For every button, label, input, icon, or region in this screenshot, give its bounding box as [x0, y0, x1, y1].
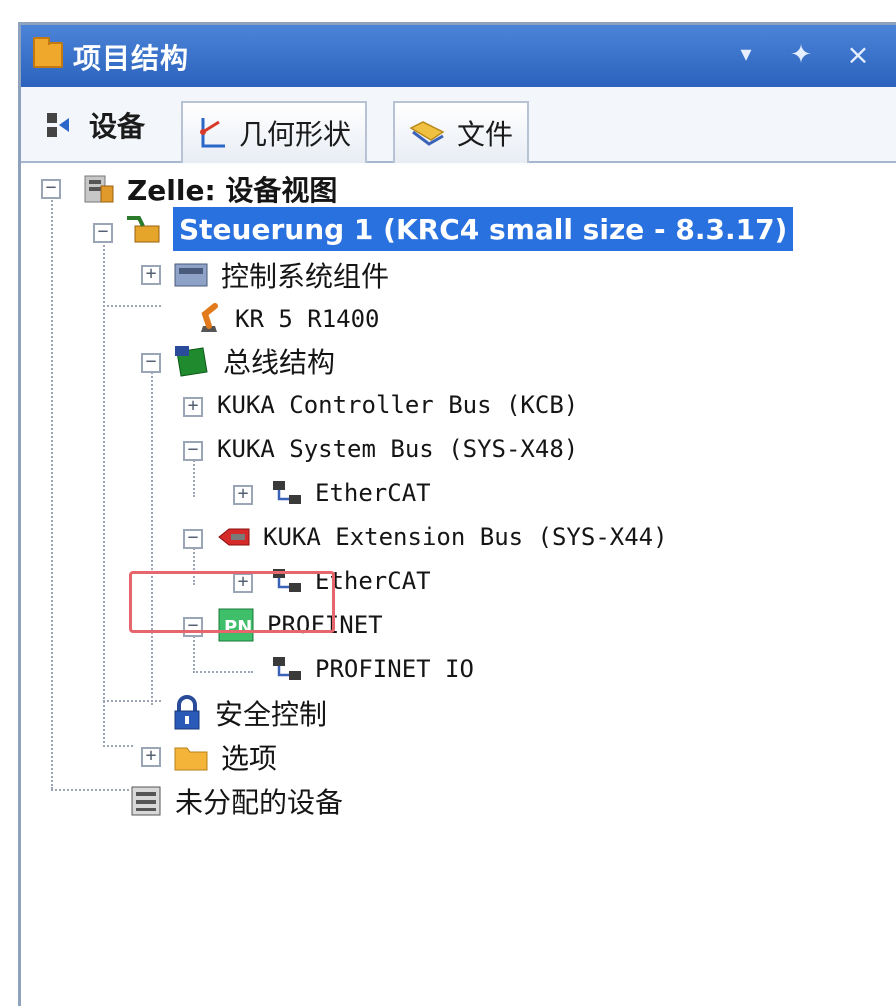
- expander-ext-bus[interactable]: −: [183, 529, 203, 549]
- tab-files[interactable]: 文件: [393, 101, 530, 163]
- geometry-icon: [200, 118, 225, 148]
- node-label: 安全控制: [215, 698, 328, 731]
- node-label: 控制系统组件: [221, 260, 390, 293]
- folder-icon: [33, 37, 63, 68]
- close-button[interactable]: ×: [838, 35, 878, 75]
- tree-node-kcb[interactable]: KUKA Controller Bus (KCB): [217, 385, 578, 425]
- tree-node-ethercat-1[interactable]: EtherCAT: [271, 473, 431, 513]
- title-bar[interactable]: 项目结构 ▾ ✦ ×: [21, 25, 896, 87]
- node-label: PROFINET IO: [315, 655, 474, 683]
- expander-kcb[interactable]: +: [183, 397, 203, 417]
- tab-bar: 设备 几何形状 文件: [21, 87, 896, 163]
- unassigned-device-icon: [131, 786, 161, 816]
- node-label: Zelle: 设备视图: [127, 174, 338, 207]
- bus-structure-icon: [175, 346, 208, 377]
- extension-bus-icon: [218, 528, 250, 546]
- expander-control-components[interactable]: +: [141, 265, 161, 285]
- tree-node-safety[interactable]: 安全控制: [171, 693, 327, 733]
- network-icon: [273, 481, 301, 504]
- tab-geometry[interactable]: 几何形状: [181, 101, 368, 163]
- tree-node-unassigned[interactable]: 未分配的设备: [129, 781, 343, 821]
- tree-node-bus-structure[interactable]: 总线结构: [173, 341, 335, 381]
- node-label: KUKA Extension Bus (SYS-X44): [263, 523, 668, 551]
- dropdown-button[interactable]: ▾: [726, 35, 766, 75]
- node-label: KUKA System Bus (SYS-X48): [217, 435, 579, 463]
- project-structure-panel: 项目结构 ▾ ✦ × 设备 几何形状 文件 − Zelle: 设备视图 − St…: [18, 22, 896, 1006]
- tree-node-robot[interactable]: KR 5 R1400: [195, 299, 380, 339]
- robot-arm-icon: [201, 303, 218, 332]
- tree-node-control-components[interactable]: 控制系统组件: [173, 255, 389, 295]
- tree-node-profinet-io[interactable]: PROFINET IO: [271, 649, 474, 689]
- component-icon: [174, 263, 208, 287]
- folder-icon: [174, 747, 208, 771]
- expander-root[interactable]: −: [41, 179, 61, 199]
- expander-controller[interactable]: −: [93, 223, 113, 243]
- cell-icon: [84, 175, 114, 203]
- network-icon: [273, 657, 301, 680]
- expander-sys-bus[interactable]: −: [183, 441, 203, 461]
- tree-node-ext-bus[interactable]: KUKA Extension Bus (SYS-X44): [217, 517, 668, 557]
- highlight-box: [129, 571, 335, 633]
- node-label: 选项: [221, 742, 278, 775]
- tab-label: 设备: [89, 110, 146, 143]
- node-label: 总线结构: [223, 346, 336, 379]
- tree-node-controller[interactable]: Steuerung 1 (KRC4 small size - 8.3.17): [125, 207, 794, 251]
- node-label: 未分配的设备: [175, 786, 344, 819]
- safety-lock-icon: [174, 695, 200, 730]
- files-icon: [409, 121, 445, 146]
- panel-title: 项目结构: [73, 42, 190, 75]
- tree-node-options[interactable]: 选项: [173, 737, 277, 777]
- tree-node-sys-bus[interactable]: KUKA System Bus (SYS-X48): [217, 429, 578, 469]
- node-label: KUKA Controller Bus (KCB): [217, 391, 579, 419]
- node-label: KR 5 R1400: [235, 305, 380, 333]
- tab-devices[interactable]: 设备: [31, 95, 159, 155]
- pin-button[interactable]: ✦: [781, 35, 821, 75]
- expander-ethercat-1[interactable]: +: [233, 485, 253, 505]
- expander-bus-structure[interactable]: −: [141, 353, 161, 373]
- tab-label: 文件: [457, 118, 514, 151]
- expander-options[interactable]: +: [141, 747, 161, 767]
- tree-node-root[interactable]: Zelle: 设备视图: [81, 169, 337, 209]
- tab-label: 几何形状: [239, 118, 352, 151]
- devices-icon: [47, 113, 69, 137]
- node-label: EtherCAT: [315, 479, 431, 507]
- node-label: Steuerung 1 (KRC4 small size - 8.3.17): [173, 207, 794, 251]
- controller-icon: [127, 216, 160, 243]
